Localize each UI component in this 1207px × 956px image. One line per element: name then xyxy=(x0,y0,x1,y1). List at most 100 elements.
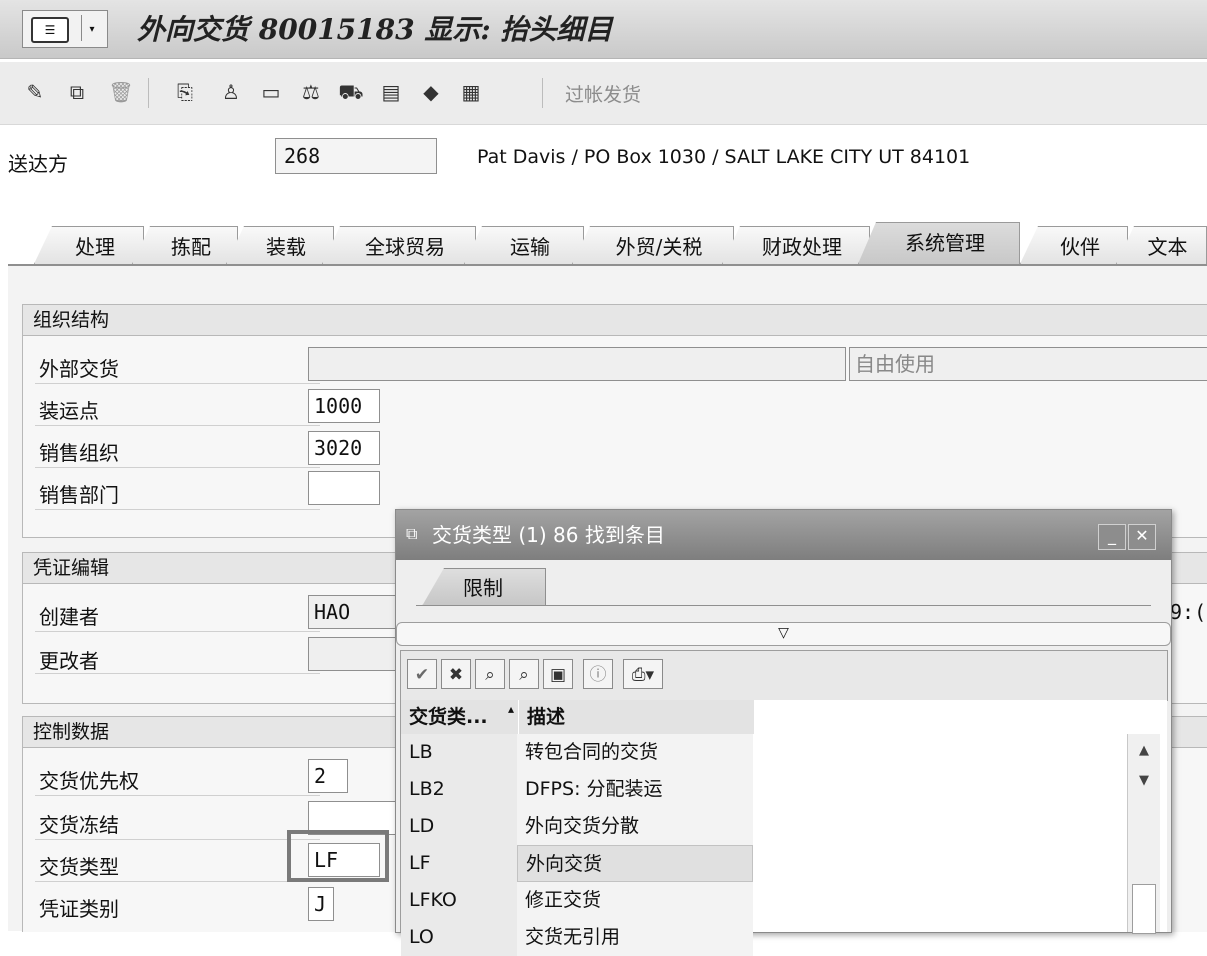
results-grid: 交货类... ▴ 描述 LB 转包合同的交货 LB2 DFPS: 分配装运 LD … xyxy=(400,700,1167,956)
toolbar-separator xyxy=(542,78,543,108)
created-by-label: 创建者 xyxy=(39,605,99,629)
toolbar-separator xyxy=(148,78,149,108)
document-category-label: 凭证类别 xyxy=(39,897,119,921)
minimize-icon[interactable]: _ xyxy=(1098,524,1126,550)
close-icon[interactable]: ✕ xyxy=(1128,524,1156,550)
row-divider xyxy=(35,673,320,674)
delivery-type-highlight xyxy=(287,830,389,882)
sort-icon[interactable]: ▣ xyxy=(543,659,573,689)
dialog-title-bar: ⧉ 交货类型 (1) 86 找到条目 _ ✕ xyxy=(396,510,1171,560)
partner-icon[interactable]: ♙ xyxy=(218,79,244,105)
created-by-field[interactable]: HAO xyxy=(308,595,408,629)
delivery-priority-label: 交货优先权 xyxy=(39,769,139,793)
row-description[interactable]: 外向交货分散 xyxy=(517,808,753,845)
scroll-down-icon[interactable]: ▼ xyxy=(1130,768,1158,794)
row-key[interactable]: LB xyxy=(401,734,517,771)
row-description[interactable]: 交货无引用 xyxy=(517,919,753,956)
item-overview-icon[interactable]: ▤ xyxy=(378,79,404,105)
sort-ascending-icon: ▴ xyxy=(507,702,514,716)
chevron-down-icon: ▾ xyxy=(81,15,102,41)
ship-to-label: 送达方 xyxy=(8,152,68,176)
row-key[interactable]: LB2 xyxy=(401,771,517,808)
row-description[interactable]: DFPS: 分配装运 xyxy=(517,771,753,808)
row-divider xyxy=(35,467,320,468)
restrict-icon: ⧉ xyxy=(406,524,418,543)
row-divider xyxy=(35,509,320,510)
edit-icon[interactable]: ✎ xyxy=(22,79,48,105)
sales-office-label: 销售部门 xyxy=(39,483,119,507)
title-bar: ☰ ▾ 外向交货 80015183 显示: 抬头细目 xyxy=(0,0,1207,59)
tab-restrictions[interactable]: 限制 xyxy=(422,568,546,606)
tab-texts[interactable]: 文本 xyxy=(1116,226,1207,264)
row-key[interactable]: LO xyxy=(401,919,517,956)
external-delivery-field[interactable] xyxy=(308,347,846,381)
tab-foreign-trade[interactable]: 外贸/关税 xyxy=(572,226,734,264)
tab-global-trade[interactable]: 全球贸易 xyxy=(322,226,476,264)
row-divider xyxy=(35,425,320,426)
row-divider xyxy=(35,383,320,384)
changed-by-field[interactable] xyxy=(308,637,408,671)
scrollbar-thumb[interactable] xyxy=(1132,884,1156,934)
row-divider xyxy=(35,631,320,632)
page-title: 外向交货 80015183 显示: 抬头细目 xyxy=(137,13,613,46)
shipping-point-field[interactable]: 1000 xyxy=(308,389,380,423)
column-header-description[interactable]: 描述 xyxy=(519,700,755,734)
output-icon[interactable]: ▭ xyxy=(258,79,284,105)
delivery-type-value-help-dialog: ⧉ 交货类型 (1) 86 找到条目 _ ✕ 限制 ▽ ✔ ✖ ⌕ ⌕ ▣ ⓘ … xyxy=(395,509,1172,956)
group-org-structure-title: 组织结构 xyxy=(23,305,1207,336)
delivery-block-label: 交货冻结 xyxy=(39,813,119,837)
tab-processing[interactable]: 处理 xyxy=(34,226,144,264)
tab-partners[interactable]: 伙伴 xyxy=(1020,226,1128,264)
row-divider xyxy=(35,795,320,796)
row-description[interactable]: 转包合同的交货 xyxy=(517,734,753,771)
find-icon[interactable]: ⌕ xyxy=(475,659,505,689)
row-key[interactable]: LFKO xyxy=(401,882,517,919)
picking-icon[interactable]: ◆ xyxy=(418,79,444,105)
tab-loading[interactable]: 装载 xyxy=(226,226,334,264)
tab-financial-processing[interactable]: 财政处理 xyxy=(722,226,870,264)
document-flow-icon[interactable]: ⎘ xyxy=(172,79,198,105)
row-divider xyxy=(35,839,320,840)
shipping-point-label: 装运点 xyxy=(39,399,99,423)
delivery-priority-field[interactable]: 2 xyxy=(308,759,348,793)
dialog-title: 交货类型 (1) 86 找到条目 xyxy=(432,523,665,547)
change-display-icon[interactable]: ⧉ xyxy=(64,79,90,105)
delete-icon[interactable]: 🗑 xyxy=(108,79,134,105)
post-goods-issue-button[interactable]: 过帐发货 xyxy=(565,80,641,107)
document-category-field[interactable]: J xyxy=(308,887,334,921)
external-delivery-label: 外部交货 xyxy=(39,357,119,381)
scroll-up-icon[interactable]: ▲ xyxy=(1130,738,1158,764)
row-key[interactable]: LD xyxy=(401,808,517,845)
vertical-scrollbar[interactable]: ▲ ▼ xyxy=(1127,734,1160,934)
tab-transport[interactable]: 运输 xyxy=(464,226,584,264)
cancel-icon[interactable]: ✖ xyxy=(441,659,471,689)
tab-administration[interactable]: 系统管理 xyxy=(858,222,1020,264)
tab-strip: 处理 拣配 装载 全球贸易 运输 外贸/关税 财政处理 系统管理 伙伴 文本 xyxy=(8,222,1207,266)
row-key-selected[interactable]: LF xyxy=(401,845,517,882)
sales-org-label: 销售组织 xyxy=(39,441,119,465)
print-icon[interactable]: ⎙▾ xyxy=(623,659,663,689)
row-divider xyxy=(35,881,320,882)
group-org-structure: 组织结构 外部交货 自由使用 装运点 1000 销售组织 3020 销售部门 xyxy=(22,304,1207,538)
info-icon[interactable]: ⓘ xyxy=(583,659,613,689)
ship-to-description: Pat Davis / PO Box 1030 / SALT LAKE CITY… xyxy=(477,146,971,168)
column-header-label: 交货类... xyxy=(409,706,488,728)
free-use-field[interactable]: 自由使用 xyxy=(849,347,1207,381)
row-description[interactable]: 修正交货 xyxy=(517,882,753,919)
check-icon[interactable]: ✔ xyxy=(407,659,437,689)
dialog-toolbar: ✔ ✖ ⌕ ⌕ ▣ ⓘ ⎙▾ xyxy=(400,650,1168,701)
row-description-selected[interactable]: 外向交货 xyxy=(517,845,753,882)
collapse-restrictions-button[interactable]: ▽ xyxy=(396,622,1171,646)
ship-to-field[interactable]: 268 xyxy=(275,138,437,174)
system-menu-button[interactable]: ☰ ▾ xyxy=(22,10,108,48)
column-header-delivery-type[interactable]: 交货类... ▴ xyxy=(401,700,519,734)
sap-menu-icon: ☰ xyxy=(31,17,69,43)
sales-office-field[interactable] xyxy=(308,471,380,505)
sales-org-field[interactable]: 3020 xyxy=(308,431,380,465)
find-next-icon[interactable]: ⌕ xyxy=(509,659,539,689)
grid-icon[interactable]: ▦ xyxy=(458,79,484,105)
application-toolbar: ✎ ⧉ 🗑 ⎘ ♙ ▭ ⚖ ⛟ ▤ ◆ ▦ 过帐发货 xyxy=(0,62,1207,125)
header-icon[interactable]: ⛟ xyxy=(338,79,364,105)
tab-picking[interactable]: 拣配 xyxy=(132,226,238,264)
status-icon[interactable]: ⚖ xyxy=(298,79,324,105)
